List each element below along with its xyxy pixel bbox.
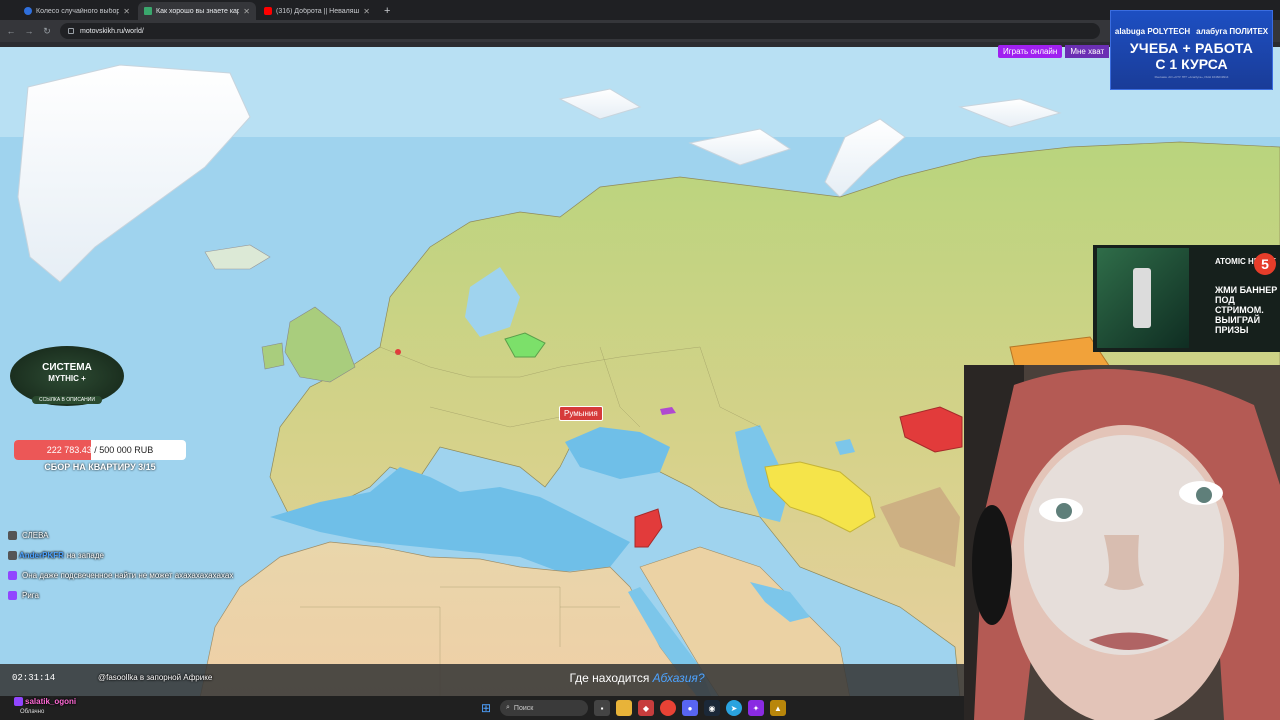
tab-favicon-icon [144, 7, 152, 15]
ad-brand-left: alabuga POLYTECH [1114, 27, 1191, 36]
chat-message: salatik_ogoni [14, 696, 79, 707]
windows-taskbar: salatik_ogoni Облачно ⊞ ⌕ Поиск ▪ ◆ ● ◉ ➤… [0, 696, 964, 720]
close-tab-icon[interactable]: ✕ [123, 7, 130, 16]
webcam-feed [964, 365, 1280, 720]
country-tooltip: Румыния [559, 406, 603, 421]
tab-map-quiz[interactable]: Как хорошо вы знаете карт ✕ [138, 2, 256, 20]
tab-wheel[interactable]: Колесо случайного выбора - ✕ [18, 2, 136, 20]
chat-text: на западе [66, 551, 104, 560]
tab-favicon-icon [24, 7, 32, 15]
chat-message: СЛЕВА [8, 530, 268, 541]
screen: Колесо случайного выбора - ✕ Как хорошо … [0, 0, 1280, 720]
chat-text: СЛЕВА [22, 531, 49, 540]
address-bar-row: ← → ↻ motovskikh.ru/world/ [0, 20, 1280, 42]
chat-overlay: СЛЕВА AnderPKFR на западе Она даже подсве… [8, 530, 268, 610]
windows-start-icon[interactable]: ⊞ [478, 700, 494, 716]
badge-icon [8, 531, 17, 541]
forward-button[interactable]: → [24, 26, 34, 36]
tab-title: (316) Доброта || Неваляшка || [276, 7, 360, 15]
close-tab-icon[interactable]: ✕ [363, 7, 370, 16]
ad-fineprint: Реклама. АО «СТУ ПТГ «Алабуга», ИНН 1646… [1154, 75, 1229, 79]
ad-text: ЖМИ БАННЕР ПОД СТРИМОМ. ВЫИГРАЙ ПРИЗЫ [1215, 285, 1278, 335]
tab-youtube[interactable]: (316) Доброта || Неваляшка || ✕ [258, 2, 376, 20]
tab-title: Колесо случайного выбора - [36, 7, 120, 15]
question-bar: 02:31:14 @fasoollka в запорной Африке Гд… [0, 664, 964, 696]
telegram-icon[interactable]: ➤ [726, 700, 742, 716]
search-label: Поиск [513, 704, 534, 712]
chat-user: salatik_ogoni [25, 697, 77, 706]
reload-button[interactable]: ↻ [42, 26, 52, 37]
mythic-system-badge[interactable]: СИСТЕМА MYTHIC + ССЫЛКА В ОПИСАНИИ [8, 342, 126, 410]
taskbar-search[interactable]: ⌕ Поиск [500, 700, 588, 716]
site-info-icon[interactable] [68, 28, 74, 34]
app-icon[interactable]: ◆ [638, 700, 654, 716]
goal-label: 222 783.43 / 500 000 RUB [14, 440, 186, 460]
back-button[interactable]: ← [6, 26, 16, 36]
chat-text: Она даже подсвеченное найти не может аха… [22, 571, 234, 580]
goal-target: / 500 000 RUB [94, 445, 154, 455]
donation-goal-bar: 222 783.43 / 500 000 RUB [14, 440, 186, 460]
more-button[interactable]: Мне хват [1065, 45, 1110, 58]
search-icon: ⌕ [506, 704, 510, 711]
ireland[interactable] [261, 342, 285, 370]
chat-message: Рига [8, 590, 268, 601]
chat-message: Она даже подсвеченное найти не может аха… [8, 570, 268, 581]
new-tab-button[interactable]: + [378, 2, 396, 20]
ad-brand-right: алабуга ПОЛИТЕХ [1196, 27, 1269, 36]
goal-title: СБОР НА КВАРТИРУ 3/15 [44, 462, 156, 472]
chat-message: AnderPKFR на западе [8, 550, 268, 561]
task-view-icon[interactable]: ▪ [594, 700, 610, 716]
ad-brand-row: alabuga POLYTECH алабуга ПОЛИТЕХ [1111, 27, 1272, 36]
youtube-icon [264, 7, 272, 15]
close-tab-icon[interactable]: ✕ [243, 7, 250, 16]
steam-icon[interactable]: ◉ [704, 700, 720, 716]
url-text: motovskikh.ru/world/ [80, 27, 144, 35]
goal-raised: 222 783.43 [46, 445, 92, 455]
chrome-icon[interactable] [660, 700, 676, 716]
taskbar-icons: ⊞ ⌕ Поиск ▪ ◆ ● ◉ ➤ ✦ ▲ [478, 700, 786, 716]
url-field[interactable]: motovskikh.ru/world/ [60, 23, 1100, 39]
ad-headline-2: С 1 КУРСА [1155, 56, 1228, 72]
app-icon-2[interactable]: ✦ [748, 700, 764, 716]
chat-user: AnderPKFR [19, 551, 64, 560]
mythic-subtitle: MYTHIC + [48, 374, 86, 383]
chat-text: Рига [22, 591, 39, 600]
question-prefix: Где находится [569, 671, 650, 685]
twitch-icon [8, 571, 17, 581]
discord-icon[interactable]: ● [682, 700, 698, 716]
can-icon [1133, 268, 1151, 328]
webcam-image [964, 365, 1280, 720]
channel-five-icon: 5 [1254, 253, 1276, 275]
twitch-icon [8, 591, 17, 601]
atomic-heart-ad[interactable]: ATOMIC HEART 5 ЖМИ БАННЕР ПОД СТРИМОМ. В… [1093, 245, 1280, 352]
ad-headline-1: УЧЕБА + РАБОТА [1129, 40, 1254, 56]
mythic-title: СИСТЕМА [42, 362, 92, 373]
weather-widget[interactable]: Облачно [20, 709, 44, 716]
tab-strip: Колесо случайного выбора - ✕ Как хорошо … [0, 0, 1280, 20]
site-nav-banner: Играть онлайн Мне хват [998, 44, 1110, 59]
twitch-icon [14, 697, 23, 707]
file-explorer-icon[interactable] [616, 700, 632, 716]
question-place: Абхазия? [652, 671, 705, 685]
mythic-link: ССЫЛКА В ОПИСАНИИ [32, 396, 102, 404]
badge-icon [8, 551, 17, 561]
tab-title: Как хорошо вы знаете карт [156, 7, 240, 15]
alabuga-ad[interactable]: alabuga POLYTECH алабуга ПОЛИТЕХ УЧЕБА +… [1110, 10, 1273, 90]
app-icon-3[interactable]: ▲ [770, 700, 786, 716]
play-online-button[interactable]: Играть онлайн [998, 45, 1063, 58]
ad-character-image [1097, 248, 1189, 348]
